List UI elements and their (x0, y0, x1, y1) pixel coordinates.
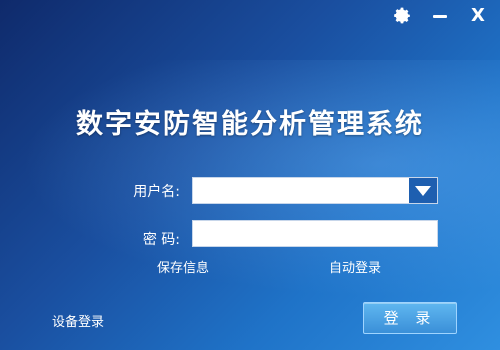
username-combobox[interactable] (192, 177, 438, 204)
minimize-icon (433, 14, 447, 18)
password-label: 密 码: (142, 232, 180, 248)
login-window: X 数字安防智能分析管理系统 用户名: 密 码: 保存信息 自动登录 设备登录 … (0, 0, 500, 350)
device-login-link[interactable]: 设备登录 (52, 311, 104, 330)
password-field[interactable] (192, 220, 438, 247)
settings-button[interactable] (390, 4, 414, 28)
gear-icon (394, 7, 410, 24)
minimize-button[interactable] (428, 4, 452, 28)
chevron-down-icon (415, 185, 431, 196)
auto-login-option[interactable]: 自动登录 (329, 257, 381, 276)
login-button[interactable]: 登 录 (363, 302, 457, 334)
username-dropdown-button[interactable] (409, 178, 437, 203)
close-button[interactable]: X (466, 4, 490, 28)
password-input[interactable] (193, 221, 437, 246)
save-info-option[interactable]: 保存信息 (157, 257, 209, 276)
username-label: 用户名: (133, 184, 180, 200)
username-input[interactable] (193, 178, 437, 203)
window-controls: X (390, 4, 490, 28)
close-icon: X (471, 5, 485, 26)
app-title: 数字安防智能分析管理系统 (76, 109, 424, 140)
